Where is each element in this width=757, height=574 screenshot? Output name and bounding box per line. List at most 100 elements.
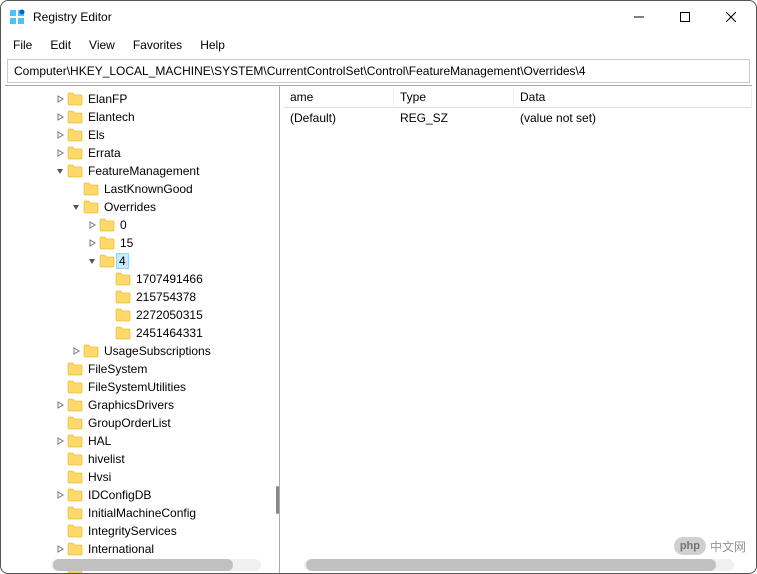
chevron-right-icon[interactable] — [53, 92, 67, 106]
tree-item[interactable]: HAL — [5, 432, 279, 450]
folder-icon — [67, 434, 83, 448]
folder-icon — [67, 398, 83, 412]
folder-icon — [115, 326, 131, 340]
watermark-text: 中文网 — [710, 538, 746, 555]
titlebar: Registry Editor — [1, 1, 756, 33]
tree-item[interactable]: 2451464331 — [5, 324, 279, 342]
tree-item-label: GroupOrderList — [87, 416, 172, 430]
chevron-down-icon[interactable] — [53, 164, 67, 178]
tree-item-label: 15 — [119, 236, 134, 250]
tree-pane[interactable]: ElanFP Elantech Els ErrataFeatureManagement… — [5, 86, 280, 573]
chevron-right-icon[interactable] — [85, 218, 99, 232]
tree-item[interactable]: 1707491466 — [5, 270, 279, 288]
folder-icon — [67, 524, 83, 538]
scrollbar-thumb[interactable] — [306, 559, 716, 571]
tree-item[interactable]: Overrides — [5, 198, 279, 216]
tree-item-label: 1707491466 — [135, 272, 204, 286]
list-header: ame Type Data — [284, 86, 752, 108]
tree-item-label: FileSystem — [87, 362, 148, 376]
tree-item[interactable]: UsageSubscriptions — [5, 342, 279, 360]
chevron-right-icon[interactable] — [53, 146, 67, 160]
tree-item[interactable]: ElanFP — [5, 90, 279, 108]
app-icon — [9, 9, 25, 25]
menubar: File Edit View Favorites Help — [1, 33, 756, 57]
tree-item[interactable]: IntegrityServices — [5, 522, 279, 540]
tree-item[interactable]: hivelist — [5, 450, 279, 468]
tree-item-label: 2272050315 — [135, 308, 204, 322]
tree-item[interactable]: Els — [5, 126, 279, 144]
tree-item[interactable]: LastKnownGood — [5, 180, 279, 198]
tree-item[interactable]: 4 — [5, 252, 279, 270]
chevron-right-icon[interactable] — [53, 542, 67, 556]
pane-resize-handle[interactable] — [276, 486, 279, 514]
menu-file[interactable]: File — [5, 35, 40, 55]
tree-item[interactable]: IDConfigDB — [5, 486, 279, 504]
column-header-name[interactable]: ame — [284, 88, 394, 106]
column-header-data[interactable]: Data — [514, 88, 752, 106]
window-title: Registry Editor — [33, 10, 616, 24]
tree-item[interactable]: International — [5, 540, 279, 558]
tree-item[interactable]: 215754378 — [5, 288, 279, 306]
tree-item[interactable]: Elantech — [5, 108, 279, 126]
menu-view[interactable]: View — [81, 35, 123, 55]
chevron-right-icon[interactable] — [69, 344, 83, 358]
tree-item[interactable]: FileSystemUtilities — [5, 378, 279, 396]
tree-item[interactable]: Errata — [5, 144, 279, 162]
values-pane[interactable]: ame Type Data (Default) REG_SZ (value no… — [284, 86, 752, 573]
column-header-type[interactable]: Type — [394, 88, 514, 106]
tree-item[interactable]: 15 — [5, 234, 279, 252]
tree-item-label: ElanFP — [87, 92, 128, 106]
tree-item-label: 2451464331 — [135, 326, 204, 340]
tree-item[interactable]: FileSystem — [5, 360, 279, 378]
minimize-button[interactable] — [616, 2, 662, 32]
tree-item[interactable]: InitialMachineConfig — [5, 504, 279, 522]
menu-favorites[interactable]: Favorites — [125, 35, 190, 55]
address-bar[interactable]: Computer\HKEY_LOCAL_MACHINE\SYSTEM\Curre… — [7, 59, 750, 83]
tree-item[interactable]: Hvsi — [5, 468, 279, 486]
chevron-right-icon[interactable] — [53, 398, 67, 412]
folder-icon — [67, 542, 83, 556]
tree-item-label: hivelist — [87, 452, 126, 466]
folder-icon — [67, 110, 83, 124]
tree-item[interactable]: 2272050315 — [5, 306, 279, 324]
folder-icon — [67, 416, 83, 430]
content-area: ElanFP Elantech Els ErrataFeatureManagement… — [5, 85, 752, 573]
tree-item-label: 215754378 — [135, 290, 197, 304]
chevron-right-icon[interactable] — [53, 110, 67, 124]
tree-item-label: International — [87, 542, 155, 556]
tree-item-label: Els — [87, 128, 106, 142]
scrollbar-thumb[interactable] — [53, 559, 233, 571]
folder-icon — [67, 488, 83, 502]
values-scrollbar-horizontal[interactable] — [304, 559, 734, 571]
close-button[interactable] — [708, 2, 754, 32]
folder-icon — [67, 146, 83, 160]
tree-scrollbar-horizontal[interactable] — [51, 559, 261, 571]
chevron-right-icon[interactable] — [53, 128, 67, 142]
value-name: (Default) — [284, 110, 394, 126]
watermark-badge: php — [674, 537, 706, 555]
menu-edit[interactable]: Edit — [42, 35, 79, 55]
maximize-button[interactable] — [662, 2, 708, 32]
tree-item-label: IntegrityServices — [87, 524, 178, 538]
folder-icon — [67, 164, 83, 178]
tree-item[interactable]: GraphicsDrivers — [5, 396, 279, 414]
folder-icon — [67, 380, 83, 394]
chevron-down-icon[interactable] — [69, 200, 83, 214]
menu-help[interactable]: Help — [192, 35, 233, 55]
tree-item[interactable]: FeatureManagement — [5, 162, 279, 180]
watermark: php 中文网 — [674, 537, 746, 555]
tree-item-label: HAL — [87, 434, 112, 448]
folder-icon — [67, 506, 83, 520]
folder-icon — [115, 272, 131, 286]
tree-item-label: 4 — [116, 253, 129, 269]
folder-icon — [83, 344, 99, 358]
tree-item[interactable]: 0 — [5, 216, 279, 234]
chevron-down-icon[interactable] — [85, 254, 99, 268]
chevron-right-icon[interactable] — [53, 488, 67, 502]
chevron-right-icon[interactable] — [85, 236, 99, 250]
chevron-right-icon[interactable] — [53, 434, 67, 448]
tree-item-label: IDConfigDB — [87, 488, 152, 502]
tree-item[interactable]: GroupOrderList — [5, 414, 279, 432]
folder-icon — [115, 308, 131, 322]
list-row[interactable]: (Default) REG_SZ (value not set) — [284, 108, 752, 128]
